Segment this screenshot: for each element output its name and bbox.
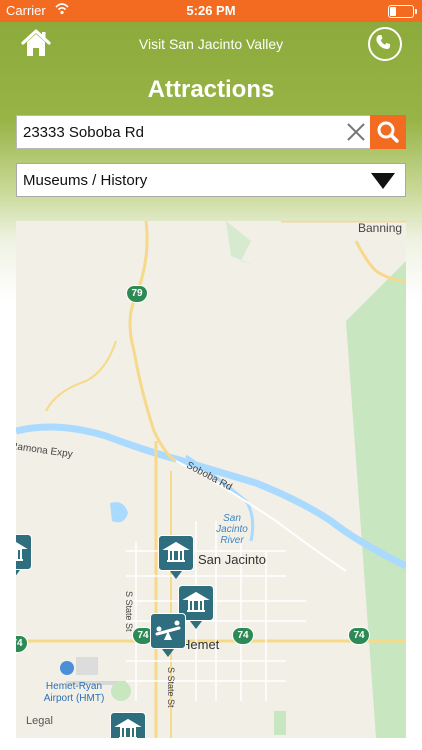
label-hemet: Hemet <box>181 637 220 652</box>
museum-icon <box>162 541 190 562</box>
playground-pin-hemet[interactable] <box>150 613 186 657</box>
highway-shield-74-far-east: 74 <box>348 627 370 645</box>
battery-icon <box>388 5 417 18</box>
label-state-st-south: S State St <box>166 667 176 708</box>
river <box>16 423 406 570</box>
category-dropdown[interactable]: Museums / History <box>16 163 406 197</box>
clear-button[interactable] <box>345 121 367 143</box>
close-icon <box>347 123 365 141</box>
legal-link[interactable]: Legal <box>26 715 53 727</box>
page-title: Attractions <box>147 76 275 103</box>
label-san-jacinto: San Jacinto <box>198 552 266 567</box>
label-airport: Hemet-Ryan Airport (HMT) <box>43 681 105 704</box>
search-button[interactable] <box>370 115 406 149</box>
museum-pin-south[interactable] <box>110 712 146 738</box>
park-area <box>346 261 406 738</box>
highway-shield-74-east: 74 <box>232 627 254 645</box>
museum-icon <box>114 718 142 738</box>
search-box <box>16 115 406 149</box>
museum-icon <box>16 542 28 561</box>
label-san-jacinto-river: San Jacinto River <box>216 513 248 546</box>
airport-icon <box>60 661 74 675</box>
category-value: Museums / History <box>23 172 148 189</box>
app-title: Visit San Jacinto Valley <box>138 36 284 52</box>
dropdown-arrow-icon <box>371 173 395 189</box>
map-view[interactable]: Banning Ramona Expy Soboba Rd San Jacint… <box>16 221 406 738</box>
label-state-st-north: S State St <box>124 591 134 632</box>
phone-button[interactable] <box>368 27 402 61</box>
phone-icon <box>376 35 390 49</box>
search-input[interactable] <box>17 116 359 148</box>
search-icon <box>377 121 399 143</box>
seesaw-icon <box>155 620 181 640</box>
museum-pin-west[interactable] <box>16 534 32 578</box>
status-bar: Carrier 5:26 PM <box>0 0 422 22</box>
status-time: 5:26 PM <box>186 3 236 18</box>
road-79 <box>128 221 177 463</box>
highway-shield-79: 79 <box>126 285 148 303</box>
museum-pin-san-jacinto[interactable] <box>158 535 194 579</box>
label-banning: Banning <box>358 221 403 235</box>
